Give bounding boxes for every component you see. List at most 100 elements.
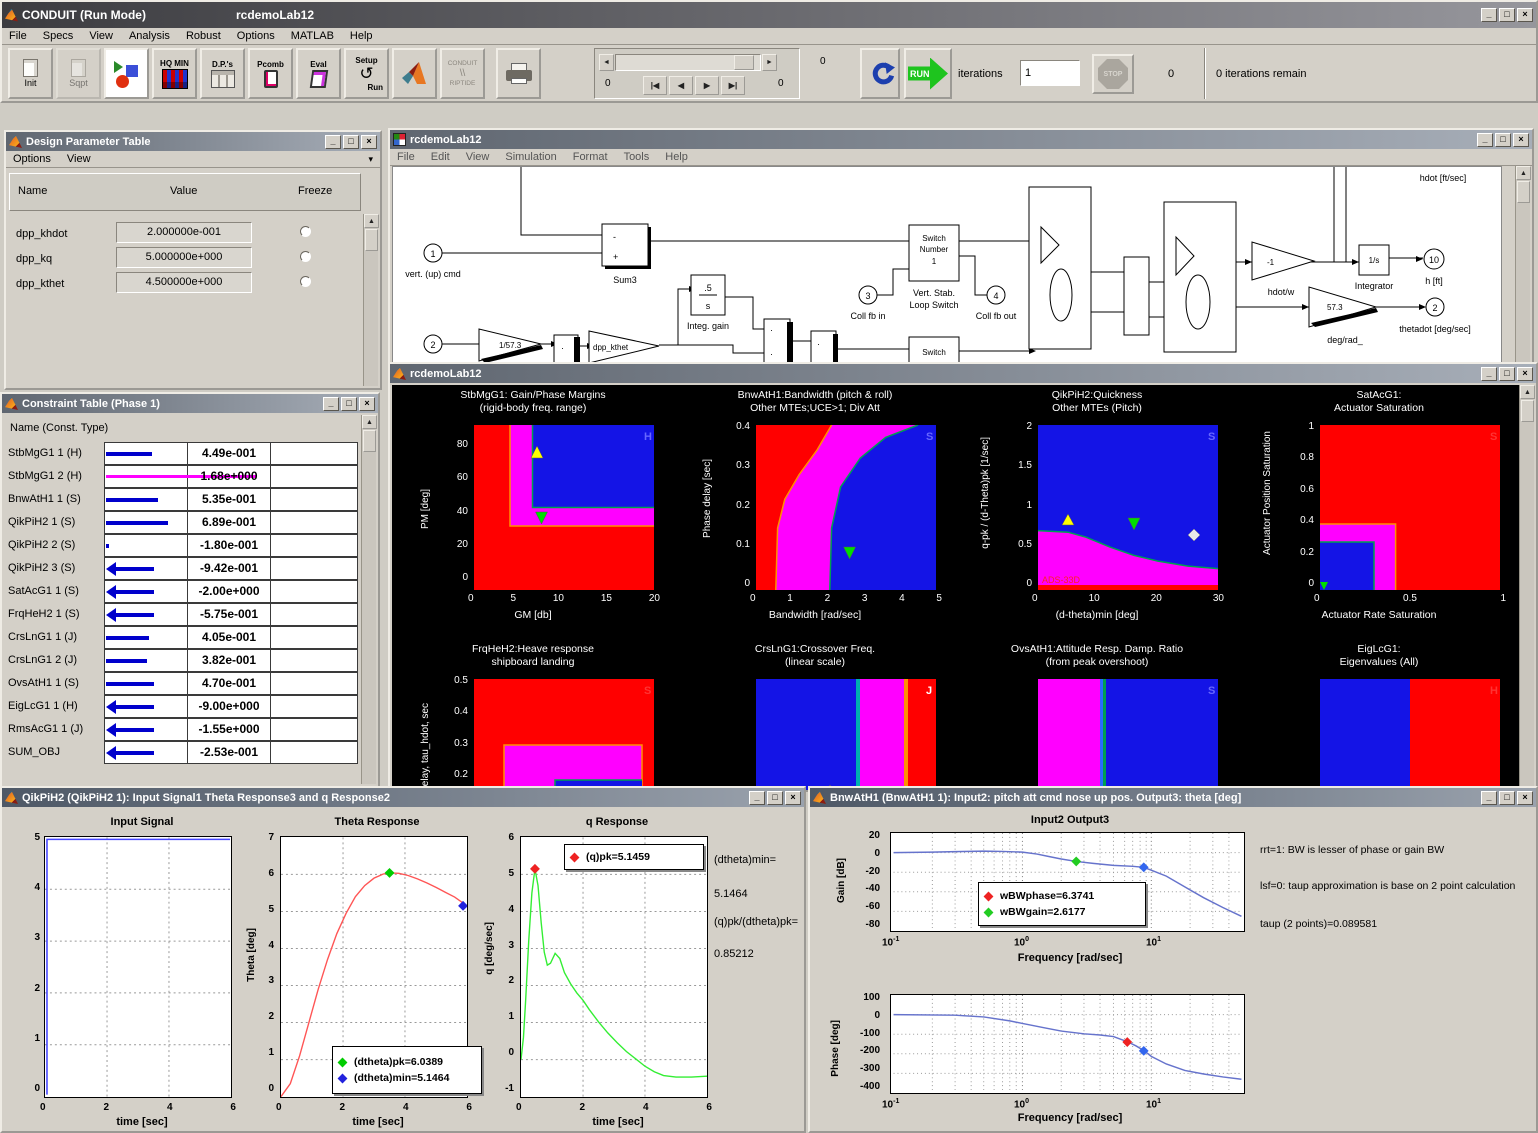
param-value-field[interactable]: 2.000000e-001	[116, 222, 252, 243]
spec-plot-satacg1[interactable]: SatAcG1:Actuator Saturation Actuator Pos…	[1238, 389, 1520, 639]
constraint-row[interactable]: RmsAcG1 1 (J) -1.55e+000	[6, 718, 358, 741]
spec-plot-frqheh2[interactable]: FrqHeH2:Heave responseshipboard landing …	[392, 643, 674, 790]
slider-left-arrow[interactable]: ◄	[599, 54, 614, 71]
close-button[interactable]: ×	[1517, 8, 1533, 22]
simulink-vscrollbar[interactable]: ▲	[1515, 166, 1530, 366]
constraint-row[interactable]: FrqHeH2 1 (S) -5.75e-001	[6, 603, 358, 626]
sqpt-button[interactable]: Sqpt	[56, 48, 101, 99]
minimize-button[interactable]: _	[323, 397, 339, 411]
maximize-button[interactable]: □	[1495, 133, 1511, 147]
minimize-button[interactable]: _	[1481, 8, 1497, 22]
bnw-title-bar[interactable]: BnwAtH1 (BnwAtH1 1): Input2: pitch att c…	[810, 788, 1536, 807]
maximize-button[interactable]: □	[343, 135, 359, 149]
matlab-button[interactable]	[392, 48, 437, 99]
freeze-radio[interactable]	[300, 251, 311, 262]
constraint-row[interactable]: CrsLnG1 1 (J) 4.05e-001	[6, 626, 358, 649]
menu-options[interactable]: Options	[237, 30, 275, 42]
constraint-row[interactable]: SatAcG1 1 (S) -2.00e+000	[6, 580, 358, 603]
undo-button[interactable]	[860, 48, 900, 99]
minimize-button[interactable]: _	[1481, 367, 1497, 381]
scroll-thumb[interactable]	[1521, 400, 1534, 422]
close-button[interactable]: ×	[1513, 133, 1529, 147]
menu-options[interactable]: Options	[13, 153, 51, 165]
menu-edit[interactable]: Edit	[431, 151, 450, 163]
scroll-thumb[interactable]	[365, 229, 378, 251]
constraint-row[interactable]: CrsLnG1 2 (J) 3.82e-001	[6, 649, 358, 672]
menu-view[interactable]: View	[466, 151, 490, 163]
menu-matlab[interactable]: MATLAB	[291, 30, 334, 42]
menu-help[interactable]: Help	[350, 30, 373, 42]
menu-corner-arrow-icon[interactable]: ▾	[368, 154, 373, 165]
close-button[interactable]: ×	[1517, 367, 1533, 381]
iterations-input[interactable]	[1020, 60, 1080, 86]
menu-view[interactable]: View	[67, 153, 91, 165]
maximize-button[interactable]: □	[341, 397, 357, 411]
input-signal-plot[interactable]	[44, 836, 232, 1098]
spec-title-bar[interactable]: rcdemoLab12 _ □ ×	[390, 364, 1536, 383]
spec-plot-crslng1[interactable]: CrsLnG1:Crossover Freq.(linear scale) X …	[674, 643, 956, 790]
spec-plot-ovsath1[interactable]: OvsAtH1:Attitude Resp. Damp. Ratio(from …	[956, 643, 1238, 790]
constraint-row[interactable]: QikPiH2 1 (S) 6.89e-001	[6, 511, 358, 534]
close-button[interactable]: ×	[359, 397, 375, 411]
param-value-field[interactable]: 4.500000e+000	[116, 272, 252, 293]
scroll-thumb[interactable]	[363, 430, 376, 452]
eval-button[interactable]: Eval	[296, 48, 341, 99]
setup-run-button[interactable]: Setup ↺ Run	[344, 48, 389, 99]
menu-format[interactable]: Format	[573, 151, 608, 163]
close-button[interactable]: ×	[785, 791, 801, 805]
close-button[interactable]: ×	[361, 135, 377, 149]
constraint-row[interactable]: QikPiH2 2 (S) -1.80e-001	[6, 534, 358, 557]
maximize-button[interactable]: □	[1499, 791, 1515, 805]
param-value-field[interactable]: 5.000000e+000	[116, 247, 252, 268]
menu-file[interactable]: File	[9, 30, 27, 42]
design-vscrollbar[interactable]: ▲	[363, 214, 378, 386]
freeze-radio[interactable]	[300, 226, 311, 237]
close-button[interactable]: ×	[1517, 791, 1533, 805]
design-title-bar[interactable]: Design Parameter Table _ □ ×	[6, 132, 380, 151]
spec-plot-qikpih2[interactable]: QikPiH2:QuicknessOther MTEs (Pitch) q-pk…	[956, 389, 1238, 639]
scroll-thumb[interactable]	[1517, 181, 1530, 203]
step-back-button[interactable]: ◀	[669, 76, 693, 95]
constraint-row[interactable]: EigLcG1 1 (H) -9.00e+000	[6, 695, 358, 718]
freeze-radio[interactable]	[300, 276, 311, 287]
dps-button[interactable]: D.P.'s	[200, 48, 245, 99]
minimize-button[interactable]: _	[1481, 791, 1497, 805]
constraint-vscrollbar[interactable]: ▲	[361, 415, 376, 784]
q-response-plot[interactable]	[520, 836, 708, 1098]
pcomb-button[interactable]: Pcomb	[248, 48, 293, 99]
menu-specs[interactable]: Specs	[43, 30, 74, 42]
simulink-canvas[interactable]: 1 vert. (up) cmd -+ Sum3 .5 s Integ. gai…	[392, 166, 1502, 366]
init-button[interactable]: Init	[8, 48, 53, 99]
minimize-button[interactable]: _	[749, 791, 765, 805]
slider-track[interactable]	[615, 54, 761, 71]
scroll-up-icon[interactable]: ▲	[362, 415, 377, 429]
constraint-row[interactable]: StbMgG1 2 (H) 1.68e+000	[6, 465, 358, 488]
stop-button[interactable]: STOP	[1092, 54, 1134, 94]
constraint-row[interactable]: BnwAtH1 1 (S) 5.35e-001	[6, 488, 358, 511]
menu-simulation[interactable]: Simulation	[505, 151, 556, 163]
scroll-up-icon[interactable]: ▲	[1520, 385, 1535, 399]
menu-file[interactable]: File	[397, 151, 415, 163]
constraint-row[interactable]: OvsAtH1 1 (S) 4.70e-001	[6, 672, 358, 695]
menu-robust[interactable]: Robust	[186, 30, 221, 42]
spec-plot-stbmgg1[interactable]: StbMgG1: Gain/Phase Margins(rigid-body f…	[392, 389, 674, 639]
slider-right-arrow[interactable]: ►	[762, 54, 777, 71]
main-title-bar[interactable]: CONDUIT (Run Mode) rcdemoLab12 _ □ ×	[2, 2, 1536, 28]
qik-title-bar[interactable]: QikPiH2 (QikPiH2 1): Input Signal1 Theta…	[2, 788, 804, 807]
constraint-row[interactable]: SUM_OBJ -2.53e-001	[6, 741, 358, 764]
maximize-button[interactable]: □	[1499, 367, 1515, 381]
scroll-up-icon[interactable]: ▲	[364, 214, 379, 228]
goto-last-button[interactable]: ▶|	[721, 76, 745, 95]
menu-tools[interactable]: Tools	[624, 151, 650, 163]
constraint-row[interactable]: StbMgG1 1 (H) 4.49e-001	[6, 442, 358, 465]
simulink-title-bar[interactable]: rcdemoLab12 _ □ ×	[390, 130, 1532, 149]
step-forward-button[interactable]: ▶	[695, 76, 719, 95]
slider-thumb[interactable]	[734, 55, 754, 70]
menu-help[interactable]: Help	[665, 151, 688, 163]
conduit-riptide-button[interactable]: CONDUIT \\ RIPTIDE	[440, 48, 485, 99]
spec-vscrollbar[interactable]: ▲	[1519, 385, 1534, 790]
minimize-button[interactable]: _	[325, 135, 341, 149]
hqmin-button[interactable]: HQ MIN	[152, 48, 197, 99]
spec-plot-eiglcg1[interactable]: EigLcG1:Eigenvalues (All) H	[1238, 643, 1520, 790]
plot-shapes-button[interactable]	[104, 48, 149, 99]
